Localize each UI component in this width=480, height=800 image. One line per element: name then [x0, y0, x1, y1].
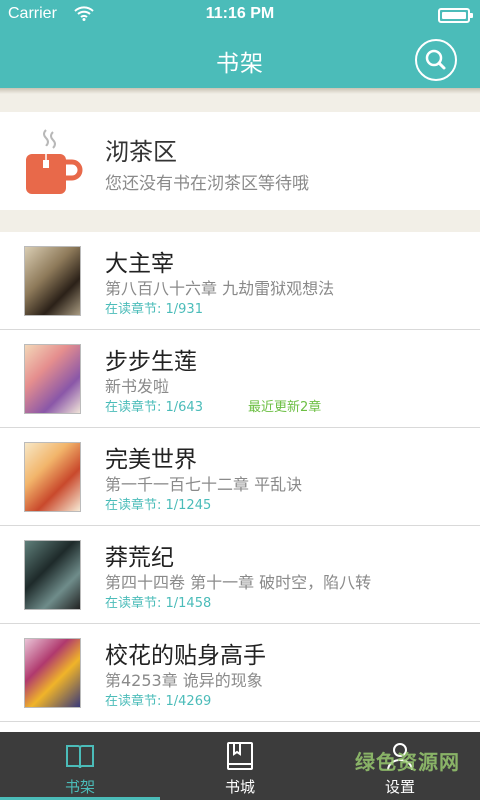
bottom-tab-bar: 书架 书城 设置 绿色资源网 — [0, 732, 480, 800]
header-shadow — [0, 88, 480, 94]
book-cover-image — [24, 442, 81, 512]
book-icon — [227, 742, 253, 770]
nav-bar: 书架 — [0, 30, 480, 88]
book-item[interactable]: 完美世界 第一千一百七十二章 平乱诀 在读章节: 1/1245 — [0, 428, 480, 526]
top-app-bar: Carrier 11:16 PM 书架 — [0, 0, 480, 88]
book-latest-chapter: 第八百八十六章 九劫雷狱观想法 — [105, 279, 335, 298]
book-latest-chapter: 第一千一百七十二章 平乱诀 — [105, 475, 303, 494]
status-bar: Carrier 11:16 PM — [0, 0, 480, 30]
tab-bookshelf[interactable]: 书架 — [0, 732, 160, 800]
tea-cup-icon — [26, 129, 83, 194]
battery-icon — [438, 8, 473, 23]
book-cover-image — [24, 246, 81, 316]
book-reading-progress: 在读章节: 1/931 — [105, 302, 203, 317]
clock: 11:16 PM — [205, 5, 275, 22]
search-icon — [425, 49, 446, 70]
book-cover-image — [24, 638, 81, 708]
tea-area[interactable]: 沏茶区 您还没有书在沏茶区等待哦 — [0, 112, 480, 210]
book-title: 校花的贴身高手 — [105, 643, 266, 669]
book-title: 步步生莲 — [105, 349, 197, 375]
book-update-badge: 最近更新2章 — [248, 400, 322, 415]
book-title: 大主宰 — [105, 251, 174, 277]
tea-area-subtitle: 您还没有书在沏茶区等待哦 — [105, 174, 309, 194]
tab-label: 设置 — [384, 778, 415, 796]
search-button[interactable] — [415, 39, 457, 81]
tab-label: 书架 — [64, 778, 95, 796]
book-list: 大主宰 第八百八十六章 九劫雷狱观想法 在读章节: 1/931 步步生莲 新书发… — [0, 232, 480, 732]
watermark: 绿色资源网 — [355, 750, 460, 774]
book-reading-progress: 在读章节: 1/643 — [105, 400, 203, 415]
book-item[interactable]: 莽荒纪 第四十四卷 第十一章 破时空，陷八转 在读章节: 1/1458 — [0, 526, 480, 624]
book-item[interactable]: 校花的贴身高手 第4253章 诡异的现象 在读章节: 1/4269 — [0, 624, 480, 722]
book-latest-chapter: 新书发啦 — [105, 377, 170, 396]
book-reading-progress: 在读章节: 1/4269 — [105, 694, 212, 709]
book-latest-chapter: 第四十四卷 第十一章 破时空，陷八转 — [105, 573, 372, 592]
page-title: 书架 — [216, 51, 264, 77]
book-cover-image — [24, 344, 81, 414]
book-item[interactable]: 大主宰 第八百八十六章 九劫雷狱观想法 在读章节: 1/931 — [0, 232, 480, 330]
book-item[interactable]: 步步生莲 新书发啦 在读章节: 1/643 最近更新2章 — [0, 330, 480, 428]
book-title: 完美世界 — [105, 447, 197, 473]
book-reading-progress: 在读章节: 1/1245 — [105, 498, 212, 513]
tab-label: 书城 — [224, 778, 255, 796]
book-reading-progress: 在读章节: 1/1458 — [105, 596, 212, 611]
book-latest-chapter: 第4253章 诡异的现象 — [105, 671, 263, 690]
book-cover-image — [24, 540, 81, 610]
book-title: 莽荒纪 — [105, 545, 174, 571]
tea-area-title: 沏茶区 — [105, 138, 177, 166]
tab-bookstore[interactable]: 书城 — [160, 732, 320, 800]
book-open-icon — [66, 745, 94, 769]
